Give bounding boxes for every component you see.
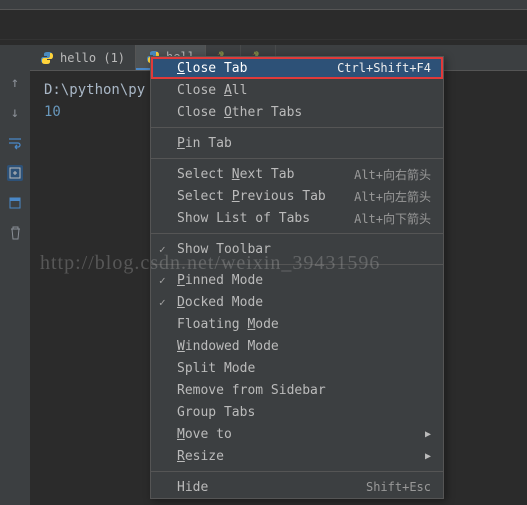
menu-item-label: Floating Mode xyxy=(177,317,279,332)
menu-item[interactable]: Windowed Mode xyxy=(151,335,443,357)
menu-item-label: Close Other Tabs xyxy=(177,105,302,120)
submenu-arrow-icon: ▶ xyxy=(425,451,431,462)
menu-item[interactable]: Select Previous Tab Alt+向左箭头 xyxy=(151,185,443,207)
menu-item[interactable]: Split Mode xyxy=(151,357,443,379)
menu-item-label: Close Tab xyxy=(177,61,247,76)
menu-item-label: Resize xyxy=(177,449,224,464)
menu-item-label: Pinned Mode xyxy=(177,273,263,288)
menu-item[interactable]: Floating Mode xyxy=(151,313,443,335)
menu-shortcut: Shift+Esc xyxy=(366,480,431,494)
menu-item[interactable]: Hide Shift+Esc xyxy=(151,476,443,498)
menu-separator xyxy=(151,264,443,265)
trash-icon[interactable] xyxy=(7,225,23,241)
check-icon: ✓ xyxy=(159,243,166,256)
toolbar-area xyxy=(0,10,527,40)
menu-item-label: Windowed Mode xyxy=(177,339,279,354)
menu-item-label: Group Tabs xyxy=(177,405,255,420)
menu-item[interactable]: Close Other Tabs xyxy=(151,101,443,123)
tab-context-menu: Close Tab Ctrl+Shift+F4 Close All Close Oth… xyxy=(150,56,444,499)
menu-item-label: Move to xyxy=(177,427,232,442)
menu-item-label: Remove from Sidebar xyxy=(177,383,326,398)
menu-item[interactable]: Show List of Tabs Alt+向下箭头 xyxy=(151,207,443,229)
menu-item[interactable]: ✓ Show Toolbar xyxy=(151,238,443,260)
submenu-arrow-icon: ▶ xyxy=(425,429,431,440)
menu-item[interactable]: Group Tabs xyxy=(151,401,443,423)
menu-item-label: Select Next Tab xyxy=(177,167,294,182)
menu-item[interactable]: Close Tab Ctrl+Shift+F4 xyxy=(151,57,443,79)
title-bar xyxy=(0,0,527,10)
menu-item[interactable]: Select Next Tab Alt+向右箭头 xyxy=(151,163,443,185)
arrow-down-icon[interactable]: ↓ xyxy=(7,105,23,121)
python-icon xyxy=(40,51,54,65)
tab-label: hello (1) xyxy=(60,51,125,65)
arrow-up-icon[interactable]: ↑ xyxy=(7,75,23,91)
menu-item-label: Hide xyxy=(177,480,208,495)
menu-shortcut: Alt+向左箭头 xyxy=(354,188,431,205)
check-icon: ✓ xyxy=(159,274,166,287)
view-mode-icon[interactable] xyxy=(7,195,23,211)
soft-wrap-icon[interactable] xyxy=(7,135,23,151)
menu-separator xyxy=(151,127,443,128)
menu-shortcut: Ctrl+Shift+F4 xyxy=(337,61,431,75)
editor-tab[interactable]: hello (1) xyxy=(30,45,136,70)
scroll-to-source-icon[interactable] xyxy=(7,165,23,181)
tool-window-gutter: ↑ ↓ xyxy=(0,45,30,505)
menu-item-label: Show Toolbar xyxy=(177,242,271,257)
menu-item-label: Docked Mode xyxy=(177,295,263,310)
menu-item[interactable]: Pin Tab xyxy=(151,132,443,154)
menu-shortcut: Alt+向右箭头 xyxy=(354,166,431,183)
menu-item[interactable]: Close All xyxy=(151,79,443,101)
menu-item-label: Show List of Tabs xyxy=(177,211,310,226)
menu-item-label: Select Previous Tab xyxy=(177,189,326,204)
menu-separator xyxy=(151,233,443,234)
menu-item[interactable]: Remove from Sidebar xyxy=(151,379,443,401)
menu-item[interactable]: ✓ Pinned Mode xyxy=(151,269,443,291)
menu-item-label: Split Mode xyxy=(177,361,255,376)
menu-separator xyxy=(151,158,443,159)
check-icon: ✓ xyxy=(159,296,166,309)
menu-item[interactable]: Move to ▶ xyxy=(151,423,443,445)
menu-item[interactable]: Resize ▶ xyxy=(151,445,443,467)
menu-separator xyxy=(151,471,443,472)
menu-item-label: Pin Tab xyxy=(177,136,232,151)
menu-item[interactable]: ✓ Docked Mode xyxy=(151,291,443,313)
menu-item-label: Close All xyxy=(177,83,247,98)
menu-shortcut: Alt+向下箭头 xyxy=(354,210,431,227)
